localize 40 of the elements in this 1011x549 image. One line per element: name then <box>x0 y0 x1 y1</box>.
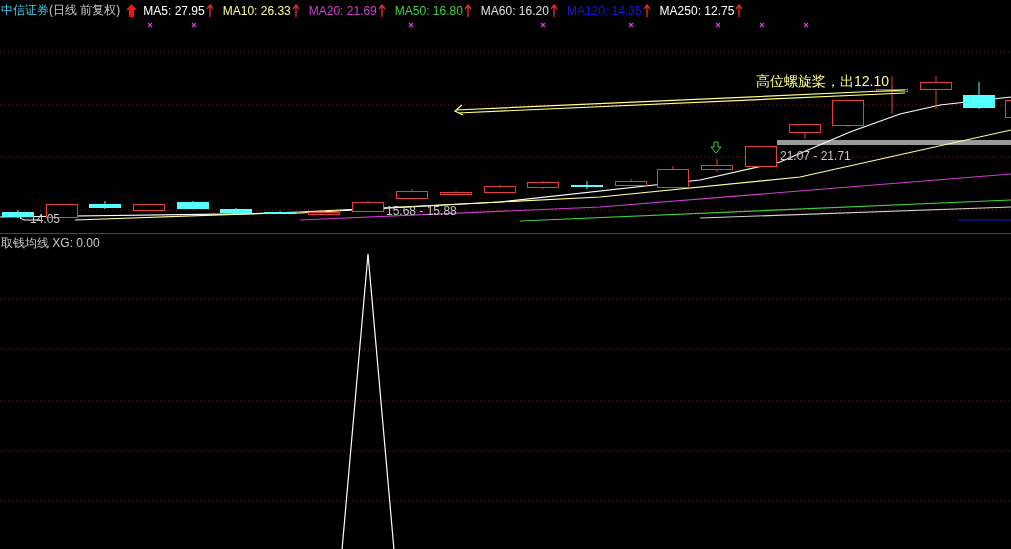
moving-average-label: MA250: 12.75 <box>659 3 735 18</box>
cross-mark <box>147 22 153 28</box>
candlestick <box>440 190 472 196</box>
cross-mark <box>540 22 546 28</box>
cross-mark <box>191 22 197 28</box>
candlestick <box>571 180 603 190</box>
down-arrow-icon <box>710 141 722 154</box>
moving-average-label: MA10: 26.33 <box>222 3 291 18</box>
cross-mark <box>759 22 765 28</box>
moving-average-label: MA60: 16.20 <box>480 3 549 18</box>
moving-average-label: MA50: 16.80 <box>394 3 463 18</box>
candlestick <box>352 200 384 213</box>
candlestick <box>615 178 647 187</box>
candlestick <box>177 200 209 210</box>
moving-average-label: MA120: 14.35 <box>566 3 642 18</box>
candlestick <box>89 200 121 210</box>
cross-mark <box>408 22 414 28</box>
candlestick <box>220 207 252 214</box>
cross-mark <box>628 22 634 28</box>
cross-mark <box>715 22 721 28</box>
candlestick <box>745 145 777 168</box>
moving-average-label: MA20: 21.69 <box>308 3 377 18</box>
candlestick <box>920 75 952 110</box>
candlestick <box>832 99 864 128</box>
candlestick <box>308 210 340 216</box>
stock-name: 中信证券 <box>1 2 49 20</box>
candlestick <box>527 180 559 190</box>
candlestick <box>963 81 995 110</box>
cross-mark <box>803 22 809 28</box>
candlestick <box>264 210 296 215</box>
candlestick <box>396 188 428 200</box>
candlestick <box>701 158 733 173</box>
chart-annotation: 高位螺旋桨，出12.10 <box>756 72 890 89</box>
moving-average-label: MA5: 27.95 <box>143 3 205 18</box>
candlestick <box>484 184 516 194</box>
candlestick <box>133 203 165 211</box>
candlestick <box>789 123 821 140</box>
indicator-title: 取钱均线 XG: 0.00 <box>1 234 100 252</box>
chart-period: (日线 前复权) <box>49 2 121 20</box>
candlestick <box>657 165 689 189</box>
